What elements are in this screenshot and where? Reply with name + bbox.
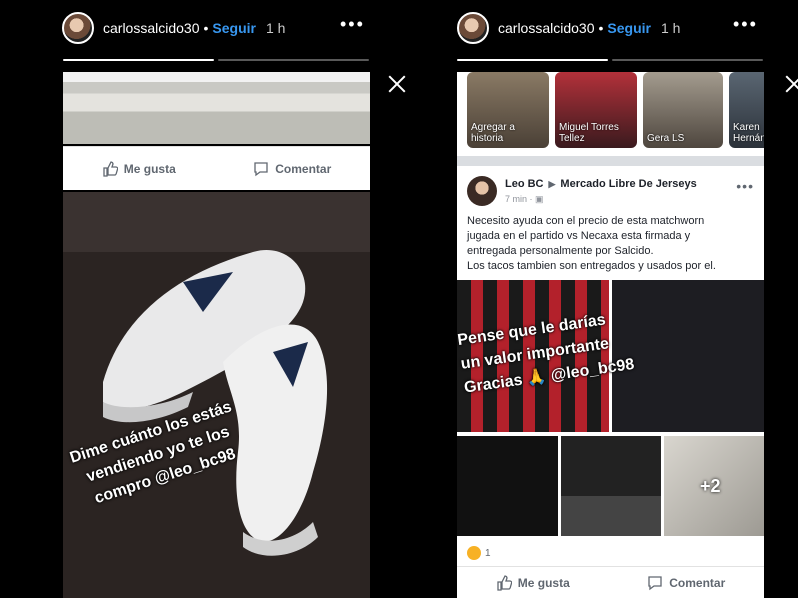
fb-stories-row: Agregar a historia Miguel Torres Tellez … (457, 72, 764, 156)
reaction-count: 1 (485, 547, 491, 559)
username[interactable]: carlossalcido30 (498, 20, 595, 36)
cleats-photo (63, 192, 370, 598)
story-progress (63, 59, 369, 61)
fb-action-bar: Me gusta Comentar (457, 566, 764, 598)
separator-dot: • (598, 20, 604, 36)
follow-button[interactable]: Seguir (212, 20, 256, 36)
arrow-right-icon: ▶ (548, 178, 556, 189)
fb-story-caption: Gera LS (647, 133, 685, 144)
more-photos-count[interactable]: +2 (700, 476, 721, 497)
more-options-icon[interactable]: ••• (340, 15, 365, 33)
progress-segment (612, 59, 763, 61)
thumbs-up-icon (103, 160, 118, 177)
post-body-line: Necesito ayuda con el precio de esta mat… (467, 215, 705, 227)
more-options-icon[interactable]: ••• (733, 15, 758, 33)
follow-button[interactable]: Seguir (607, 20, 651, 36)
post-photo[interactable] (561, 436, 661, 536)
post-body-line: jugada en el partido vs Necaxa esta firm… (467, 230, 691, 242)
post-meta: 7 min · ▣ (505, 194, 544, 204)
reaction-summary[interactable]: 1 (467, 546, 491, 560)
post-group[interactable]: Mercado Libre De Jerseys (560, 178, 696, 190)
fb-story-card[interactable]: Karen Hernán (729, 72, 764, 148)
story-left: carlossalcido30 • Seguir 1 h ••• Me gust… (0, 0, 420, 598)
cleats-illustration (63, 192, 370, 598)
like-label: Me gusta (517, 575, 570, 590)
fb-story-caption: Miguel Torres Tellez (559, 122, 619, 144)
fb-story-caption: Karen Hernán (733, 122, 764, 144)
username[interactable]: carlossalcido30 (103, 20, 200, 36)
post-body: Necesito ayuda con el precio de esta mat… (467, 214, 757, 274)
avatar[interactable] (457, 12, 489, 44)
progress-segment (457, 59, 608, 61)
thumbs-up-icon (497, 574, 512, 591)
post-author-line: Leo BC ▶ Mercado Libre De Jerseys (505, 178, 697, 190)
screenshot-photo-top (63, 72, 370, 144)
close-icon[interactable] (385, 72, 409, 96)
post-time: 1 h (660, 20, 681, 36)
fb-story-card[interactable]: Agregar a historia (467, 72, 549, 148)
post-photo[interactable] (457, 436, 558, 536)
close-icon[interactable] (782, 72, 798, 96)
comment-icon (254, 161, 268, 176)
post-author-avatar[interactable] (467, 176, 497, 206)
comment-icon (648, 575, 662, 590)
story-header: carlossalcido30 • Seguir 1 h (457, 8, 680, 48)
progress-segment (218, 59, 369, 61)
avatar[interactable] (62, 12, 94, 44)
post-author[interactable]: Leo BC (505, 178, 544, 190)
fb-story-card[interactable]: Miguel Torres Tellez (555, 72, 637, 148)
haha-reaction-icon (467, 546, 481, 560)
fb-story-caption: Agregar a historia (471, 122, 515, 144)
like-button[interactable]: Me gusta (102, 160, 176, 177)
post-body-line: entregada personalmente por Salcido. (467, 245, 654, 257)
comment-button[interactable]: Comentar (647, 575, 725, 591)
progress-segment (63, 59, 214, 61)
fb-story-card[interactable]: Gera LS (643, 72, 723, 148)
story-header: carlossalcido30 • Seguir 1 h (62, 8, 285, 48)
post-time: 1 h (265, 20, 286, 36)
fb-action-bar: Me gusta Comentar (63, 146, 370, 190)
separator-dot: • (203, 20, 209, 36)
like-label: Me gusta (123, 161, 176, 176)
post-body-line: Los tacos tambien son entregados y usado… (467, 260, 716, 272)
post-more-icon[interactable]: ••• (736, 178, 754, 194)
comment-label: Comentar (275, 161, 332, 176)
story-progress (457, 59, 763, 61)
comment-label: Comentar (669, 575, 726, 590)
comment-button[interactable]: Comentar (253, 161, 331, 177)
like-button[interactable]: Me gusta (496, 574, 570, 591)
